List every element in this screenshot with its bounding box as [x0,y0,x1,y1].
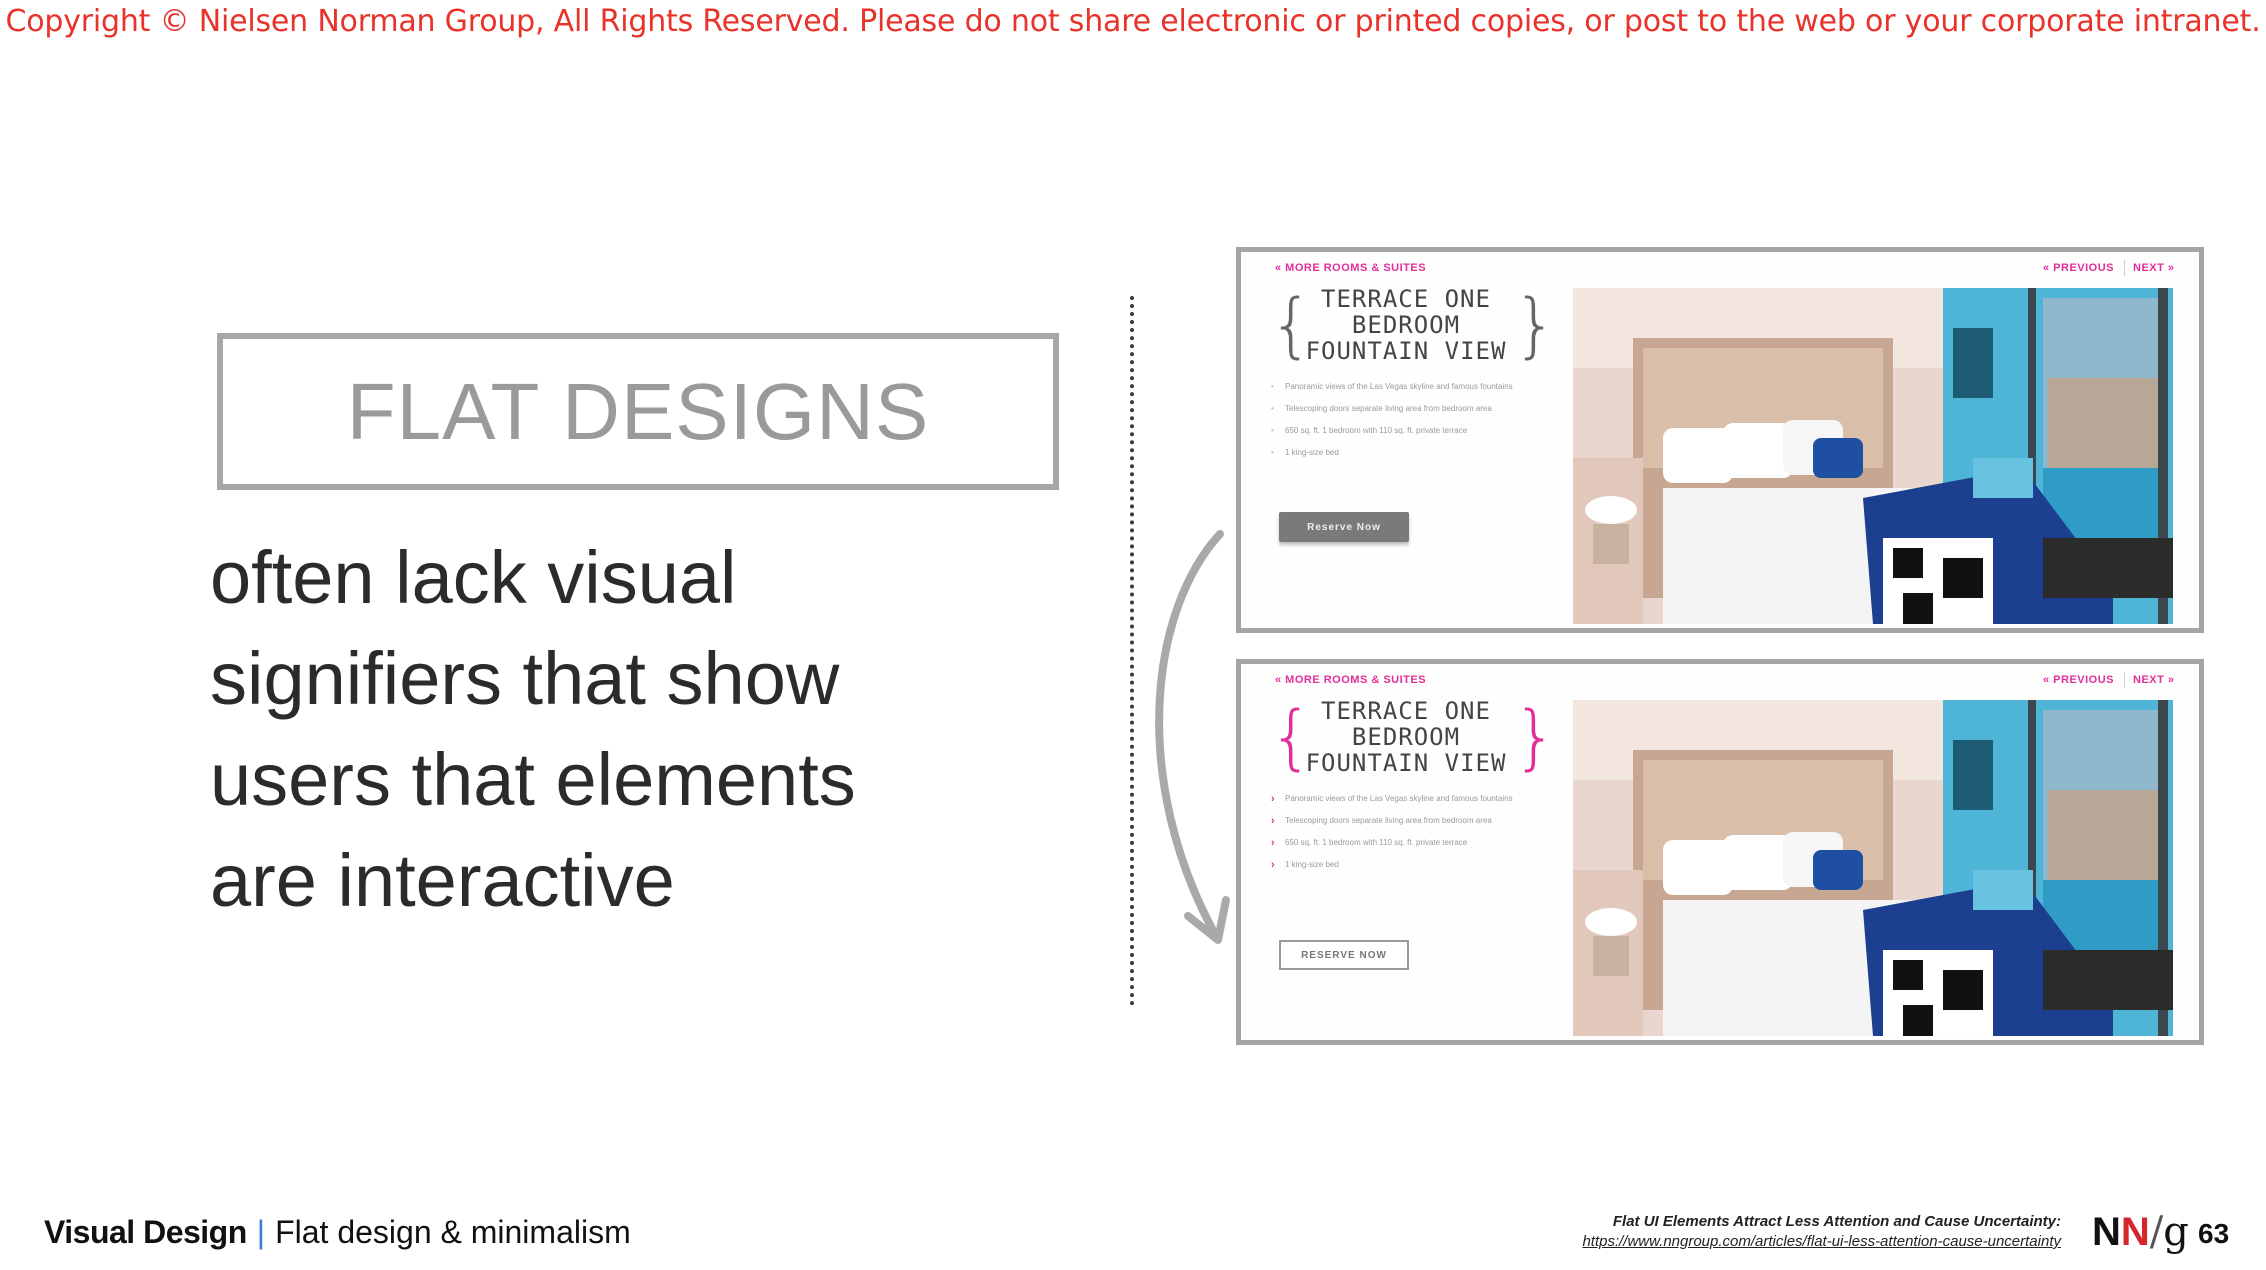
next-link[interactable]: NEXT » [2133,674,2175,686]
room-title-line: TERRACE ONE [1321,697,1491,725]
curved-arrow-down-icon [1155,530,1230,944]
previous-link[interactable]: « PREVIOUS [2043,674,2114,686]
room-title-line: FOUNTAIN VIEW [1305,337,1507,365]
body-line: are interactive [210,839,675,922]
reserve-now-button[interactable]: Reserve Now [1279,512,1409,542]
list-item: Panoramic views of the Las Vegas skyline… [1271,382,1531,392]
room-title: TERRACE ONE BEDROOM FOUNTAIN VIEW [1281,286,1531,364]
page-number: 63 [2198,1218,2230,1249]
nng-logo: NN/g [2092,1209,2189,1255]
logo-letter: g [2163,1209,2189,1255]
list-item: 1 king-size bed [1271,860,1531,870]
citation: Flat UI Elements Attract Less Attention … [1582,1212,2061,1252]
body-line: often lack visual [210,536,737,619]
footer-topic: Flat design & minimalism [275,1214,631,1250]
body-text: often lack visual signifiers that show u… [210,527,1070,931]
logo-letter: N [2120,1210,2150,1254]
logo-letter: N [2092,1210,2121,1254]
citation-title: Flat UI Elements Attract Less Attention … [1612,1213,2061,1230]
list-item: 650 sq. ft. 1 bedroom with 110 sq. ft. p… [1271,426,1531,436]
reserve-now-button[interactable]: RESERVE NOW [1279,940,1409,970]
previous-link[interactable]: « PREVIOUS [2043,262,2114,274]
list-item: 1 king-size bed [1271,448,1531,458]
footer-course: Visual Design [44,1214,247,1250]
room-title-line: FOUNTAIN VIEW [1305,749,1507,777]
feature-list: Panoramic views of the Las Vegas skyline… [1271,794,1531,882]
list-item: Telescoping doors separate living area f… [1271,404,1531,414]
nav-separator [2124,260,2125,276]
room-title-line: BEDROOM [1351,311,1461,339]
body-line: signifiers that show [210,637,840,720]
list-item: Panoramic views of the Las Vegas skyline… [1271,794,1531,804]
hotel-room-photo [1573,288,2173,624]
next-link[interactable]: NEXT » [2133,262,2175,274]
nav-separator [2124,672,2125,688]
signifier-design-example: « MORE ROOMS & SUITES « PREVIOUS NEXT » … [1236,659,2204,1045]
logo-slash: / [2149,1209,2164,1255]
more-rooms-link[interactable]: « MORE ROOMS & SUITES [1275,674,1426,686]
body-line: users that elements [210,738,856,821]
heading-title: FLAT DESIGNS [346,366,930,456]
list-item: Telescoping doors separate living area f… [1271,816,1531,826]
hotel-room-photo [1573,700,2173,1036]
room-title-line: TERRACE ONE [1321,285,1491,313]
room-title-line: BEDROOM [1351,723,1461,751]
citation-link[interactable]: https://www.nngroup.com/articles/flat-ui… [1582,1232,2061,1252]
room-title: TERRACE ONE BEDROOM FOUNTAIN VIEW [1281,698,1531,776]
heading-box: FLAT DESIGNS [217,333,1059,490]
copyright-notice: Copyright © Nielsen Norman Group, All Ri… [5,4,2261,39]
feature-list: Panoramic views of the Las Vegas skyline… [1271,382,1531,470]
list-item: 650 sq. ft. 1 bedroom with 110 sq. ft. p… [1271,838,1531,848]
footer-separator: | [256,1214,266,1250]
flat-design-example: « MORE ROOMS & SUITES « PREVIOUS NEXT » … [1236,247,2204,633]
footer-section: Visual Design | Flat design & minimalism [44,1214,631,1251]
more-rooms-link[interactable]: « MORE ROOMS & SUITES [1275,262,1426,274]
